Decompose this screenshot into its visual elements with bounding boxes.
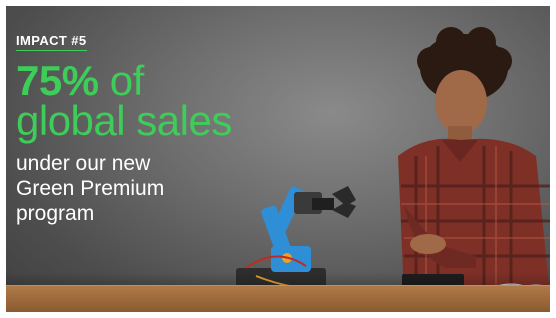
subtext: under our new Green Premium program (16, 152, 165, 225)
slide-frame: IMPACT #5 75% of global sales under our … (0, 0, 556, 318)
headline-line-2: global sales (16, 97, 232, 144)
workbench (6, 285, 550, 312)
impact-kicker: IMPACT #5 (16, 33, 87, 51)
hero-photo: IMPACT #5 75% of global sales under our … (6, 6, 550, 312)
child-figure (398, 27, 550, 296)
bench-shadow (6, 272, 550, 286)
slide-copy: IMPACT #5 75% of global sales under our … (16, 32, 296, 226)
headline-line-1: 75% of (16, 60, 296, 102)
headline: 75% of global sales (16, 60, 296, 144)
